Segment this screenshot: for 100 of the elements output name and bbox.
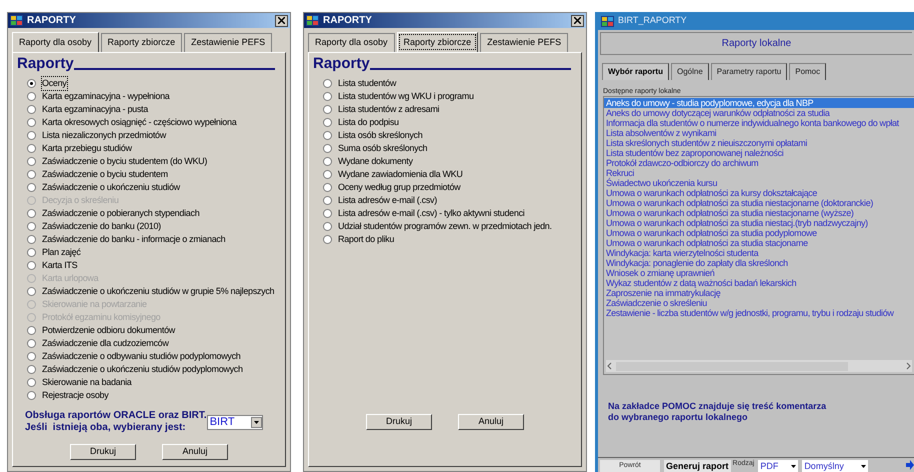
radio-button[interactable] bbox=[27, 352, 36, 361]
template-dropdown[interactable]: Domyślny bbox=[802, 460, 868, 472]
report-item[interactable]: Wykaz studentów z datą ważności badań lekarskich bbox=[604, 278, 914, 288]
radio-button[interactable] bbox=[27, 118, 36, 127]
tab[interactable]: Wybór raportu bbox=[602, 63, 669, 80]
tab[interactable]: Raporty zbiorcze bbox=[396, 32, 478, 52]
radio-button[interactable] bbox=[323, 92, 332, 101]
option-label[interactable]: Zaświadczenie do banku - informacje o zmianach bbox=[42, 232, 226, 246]
option-label[interactable]: Karta egzaminacyjna - pusta bbox=[42, 102, 148, 116]
report-item[interactable]: Aneks do umowy - studia podyplomowe, edycja dla NBP bbox=[604, 98, 914, 108]
option-label[interactable]: Lista studentów bbox=[338, 76, 396, 90]
radio-button[interactable] bbox=[27, 248, 36, 257]
dialog-button[interactable]: Anuluj bbox=[162, 444, 228, 460]
option-label[interactable]: Oceny bbox=[42, 76, 67, 90]
radio-button[interactable] bbox=[323, 235, 332, 244]
option-label[interactable]: Lista adresów e-mail (.csv) bbox=[338, 194, 437, 208]
report-item[interactable]: Zaświadczenie o skreśleniu bbox=[604, 298, 914, 308]
radio-button[interactable] bbox=[27, 365, 36, 374]
scroll-left-icon[interactable] bbox=[606, 362, 614, 370]
report-item[interactable]: Rekruci bbox=[604, 168, 914, 178]
horizontal-scrollbar[interactable] bbox=[606, 360, 912, 372]
option-label[interactable]: Lista studentów z adresami bbox=[338, 102, 440, 116]
tab[interactable]: Zestawienie PEFS bbox=[480, 33, 568, 52]
option-label[interactable]: Zaświadczenie o byciu studentem bbox=[42, 168, 168, 182]
radio-button[interactable] bbox=[27, 131, 36, 140]
option-label[interactable]: Zaświadczenie o byciu studentem (do WKU) bbox=[42, 154, 208, 168]
radio-button[interactable] bbox=[323, 157, 332, 166]
option-label[interactable]: Karta egzaminacyjna - wypełniona bbox=[42, 90, 170, 104]
radio-button[interactable] bbox=[27, 391, 36, 400]
option-label[interactable]: Lista niezaliczonych przedmiotów bbox=[42, 128, 166, 142]
report-item[interactable]: Świadectwo ukończenia kursu bbox=[604, 178, 914, 188]
option-label[interactable]: Wydane dokumenty bbox=[338, 154, 413, 168]
dialog-button[interactable]: Anuluj bbox=[458, 414, 524, 430]
arrow-icon[interactable] bbox=[906, 460, 914, 470]
report-item[interactable]: Lista skreślonych studentów z nieuiszczonymi opłatami bbox=[604, 138, 914, 148]
radio-button[interactable] bbox=[27, 222, 36, 231]
radio-button[interactable] bbox=[27, 144, 36, 153]
radio-button[interactable] bbox=[27, 79, 36, 88]
report-item[interactable]: Umowa o warunkach odpłatności za studia stacjonarne bbox=[604, 238, 914, 248]
radio-button[interactable] bbox=[27, 209, 36, 218]
option-label[interactable]: Suma osób skreślonych bbox=[338, 142, 428, 156]
report-item[interactable]: Informacja dla studentów o numerze indywidualnego konta bankowego do wpłat bbox=[604, 118, 914, 128]
option-label[interactable]: Zaświadczenie o ukończeniu studiów bbox=[42, 180, 180, 194]
option-label[interactable]: Rejestracje osoby bbox=[42, 388, 108, 402]
radio-button[interactable] bbox=[323, 144, 332, 153]
option-label[interactable]: Skierowanie na badania bbox=[42, 376, 132, 390]
tab[interactable]: Raporty dla osoby bbox=[12, 32, 99, 52]
tab[interactable]: Pomoc bbox=[789, 63, 826, 80]
option-label[interactable]: Karta okresowych osiągnięć - częściowo wypełniona bbox=[42, 116, 236, 130]
option-label[interactable]: Lista adresów e-mail (.csv) - tylko aktywni studenci bbox=[338, 206, 524, 220]
report-item[interactable]: Umowa o warunkach odpłatności za kursy dokształcające bbox=[604, 188, 914, 198]
report-item[interactable]: Wniosek o zmianę uprawnień bbox=[604, 268, 914, 278]
radio-button[interactable] bbox=[27, 339, 36, 348]
report-item[interactable]: Windykacja: ponaglenie do zapłaty dla skreślonch bbox=[604, 258, 914, 268]
option-label[interactable]: Zaświadczenie do banku (2010) bbox=[42, 220, 161, 234]
option-label[interactable]: Oceny według grup przedmiotów bbox=[338, 180, 460, 194]
radio-button[interactable] bbox=[27, 261, 36, 270]
option-label[interactable]: Zaświadczenie o ukończeniu studiów w grupie 5% najlepszych bbox=[42, 284, 274, 298]
radio-button[interactable] bbox=[323, 131, 332, 140]
tab[interactable]: Zestawienie PEFS bbox=[184, 33, 272, 52]
option-label[interactable]: Zaświadczenie o pobieranych stypendiach bbox=[42, 206, 200, 220]
radio-button[interactable] bbox=[323, 209, 332, 218]
report-item[interactable]: Umowa o warunkach odpłatności za studia podyplomowe bbox=[604, 228, 914, 238]
radio-button[interactable] bbox=[27, 378, 36, 387]
option-label[interactable]: Karta ITS bbox=[42, 258, 78, 272]
report-item[interactable]: Windykacja: karta wierzytelności studenta bbox=[604, 248, 914, 258]
option-label[interactable]: Zaświadczenie o odbywaniu studiów podyplomowych bbox=[42, 350, 241, 364]
radio-button[interactable] bbox=[27, 326, 36, 335]
report-item[interactable]: Protokół zdawczo-odbiorczy do archiwum bbox=[604, 158, 914, 168]
radio-button[interactable] bbox=[323, 118, 332, 127]
format-dropdown[interactable]: PDF bbox=[758, 460, 798, 472]
option-label[interactable]: Zaświadczenie dla cudzoziemców bbox=[42, 336, 169, 350]
radio-button[interactable] bbox=[27, 170, 36, 179]
option-label[interactable]: Karta przebiegu studiów bbox=[42, 142, 132, 156]
report-item[interactable]: Umowa o warunkach odpłatności za studia niestacjonarne (doktoranckie) bbox=[604, 198, 914, 208]
option-label[interactable]: Raport do pliku bbox=[338, 232, 394, 246]
radio-button[interactable] bbox=[323, 196, 332, 205]
radio-button[interactable] bbox=[27, 235, 36, 244]
option-label[interactable]: Lista osób skreślonych bbox=[338, 128, 422, 142]
option-label[interactable]: Wydane zawiadomienia dla WKU bbox=[338, 168, 463, 182]
option-label[interactable]: Lista do podpisu bbox=[338, 116, 399, 130]
radio-button[interactable] bbox=[27, 105, 36, 114]
radio-button[interactable] bbox=[323, 79, 332, 88]
radio-button[interactable] bbox=[27, 287, 36, 296]
radio-button[interactable] bbox=[323, 170, 332, 179]
radio-button[interactable] bbox=[323, 183, 332, 192]
report-item[interactable]: Umowa o warunkach odpłatności za studia niestacjonarne (wyższe) bbox=[604, 208, 914, 218]
tab[interactable]: Ogólne bbox=[670, 63, 709, 80]
close-button[interactable] bbox=[275, 14, 288, 26]
radio-button[interactable] bbox=[27, 157, 36, 166]
option-label[interactable]: Udział studentów programów zewn. w przedmiotach jedn. bbox=[338, 220, 552, 234]
option-label[interactable]: Zaświadczenie o ukończeniu studiów podyplomowych bbox=[42, 362, 243, 376]
engine-dropdown[interactable]: BIRT bbox=[206, 414, 263, 430]
radio-button[interactable] bbox=[27, 183, 36, 192]
tab[interactable]: Raporty dla osoby bbox=[308, 33, 395, 52]
generate-button[interactable]: Generuj raport bbox=[664, 460, 731, 472]
radio-button[interactable] bbox=[27, 92, 36, 101]
option-label[interactable]: Plan zajęć bbox=[42, 246, 81, 260]
report-item[interactable]: Lista absolwentów z wynikami bbox=[604, 128, 914, 138]
option-label[interactable]: Potwierdzenie odbioru dokumentów bbox=[42, 324, 175, 338]
